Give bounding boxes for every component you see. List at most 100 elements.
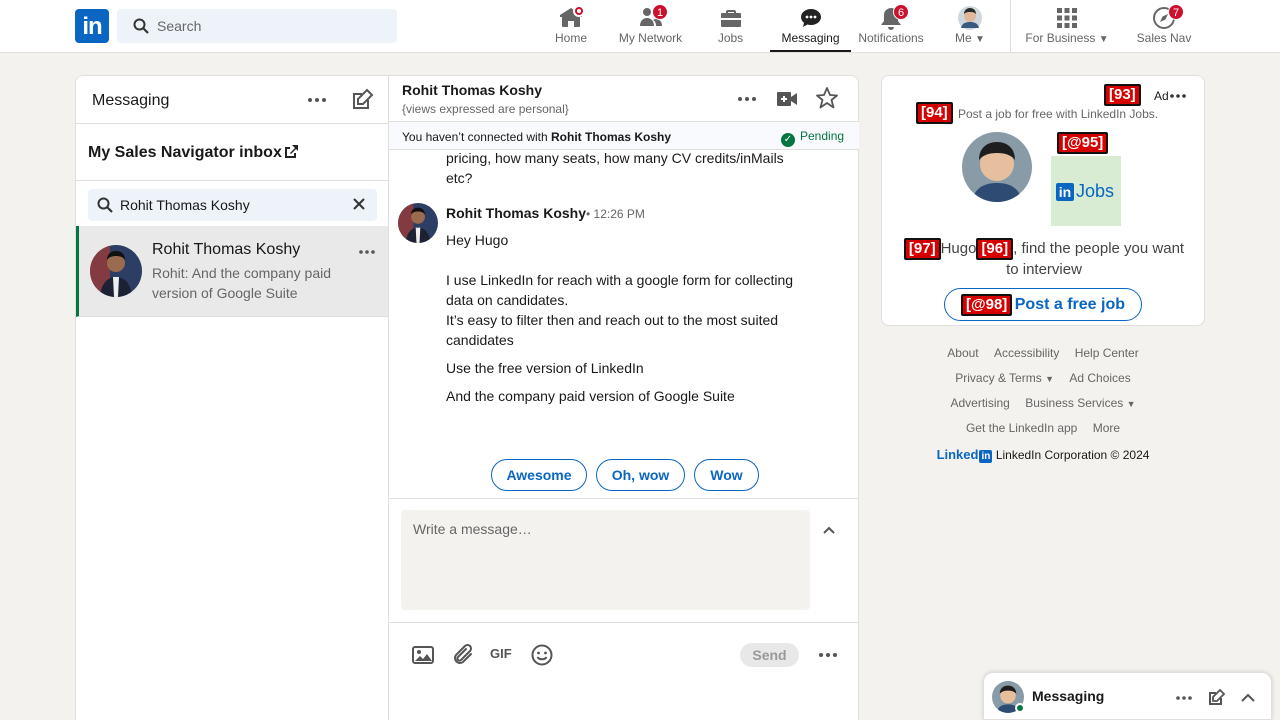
message-composer: GIF Send bbox=[389, 498, 859, 720]
footer-link[interactable]: Advertising bbox=[950, 396, 1009, 410]
grid-icon bbox=[1057, 8, 1077, 28]
quick-reply-button[interactable]: Awesome bbox=[491, 459, 587, 491]
nav-notifications[interactable]: 6 Notifications bbox=[852, 0, 930, 52]
thread-contact-name[interactable]: Rohit Thomas Koshy bbox=[402, 82, 542, 98]
footer: About Accessibility Help Center Privacy … bbox=[881, 345, 1205, 463]
message-body: Hey Hugo bbox=[446, 232, 509, 248]
external-link-icon bbox=[285, 145, 298, 158]
gif-button[interactable]: GIF bbox=[490, 646, 512, 661]
footer-link[interactable]: Get the LinkedIn app bbox=[966, 421, 1077, 435]
avatar bbox=[90, 245, 142, 297]
nav-me-text: Me bbox=[955, 31, 972, 45]
profile-photo bbox=[962, 132, 1032, 202]
nav-my-network-label: My Network bbox=[618, 31, 683, 45]
quick-reply-button[interactable]: Wow bbox=[694, 459, 759, 491]
more-options-icon[interactable] bbox=[1166, 84, 1190, 108]
footer-link[interactable]: Accessibility bbox=[994, 346, 1059, 360]
nav-my-network[interactable]: 1 My Network bbox=[613, 0, 688, 52]
more-options-icon[interactable] bbox=[816, 643, 840, 667]
caret-down-icon: ▼ bbox=[975, 34, 985, 45]
more-options-icon[interactable] bbox=[1172, 686, 1196, 710]
ad-headline-text: , find the people you want to interview bbox=[1006, 240, 1185, 278]
connection-notice: You haven’t connected with Rohit Thomas … bbox=[402, 130, 671, 144]
message-sender[interactable]: Rohit Thomas Koshy bbox=[446, 203, 586, 223]
emoji-icon[interactable] bbox=[530, 643, 554, 667]
compose-icon[interactable] bbox=[1204, 686, 1228, 710]
nav-for-business[interactable]: For Business ▼ bbox=[1022, 0, 1112, 52]
messaging-overlay-bar[interactable]: Messaging bbox=[983, 672, 1272, 720]
footer-link[interactable]: Privacy & Terms ▼ bbox=[955, 371, 1054, 385]
post-free-job-button[interactable]: [@98] Post a free job bbox=[944, 288, 1142, 321]
conversation-name: Rohit Thomas Koshy bbox=[152, 241, 301, 258]
footer-link[interactable]: Business Services ▼ bbox=[1025, 396, 1135, 410]
search-input[interactable] bbox=[157, 9, 387, 43]
thread-contact-headline: {views expressed are personal} bbox=[402, 102, 569, 116]
ad-card: [93] Ad [94] Post a job for free with Li… bbox=[881, 75, 1205, 326]
composer-toolbar: GIF Send bbox=[389, 622, 859, 682]
nav-divider bbox=[1010, 0, 1011, 52]
conversation-item[interactable]: Rohit Thomas Koshy Rohit: And the compan… bbox=[76, 226, 388, 317]
overlay-tag: [97] bbox=[903, 238, 941, 260]
sales-navigator-inbox-link[interactable]: My Sales Navigator inbox bbox=[76, 124, 389, 181]
compose-icon[interactable] bbox=[350, 88, 374, 112]
more-options-icon[interactable] bbox=[355, 240, 379, 264]
image-icon[interactable] bbox=[411, 643, 435, 667]
linkedin-in-icon: in bbox=[979, 450, 993, 463]
avatar[interactable] bbox=[398, 203, 438, 243]
conversation-search-input[interactable]: Rohit Thomas Koshy bbox=[120, 197, 250, 213]
message-body: It’s easy to filter then and reach out t… bbox=[446, 312, 779, 348]
nav-home[interactable]: Home bbox=[549, 0, 593, 52]
messaging-overlay-title: Messaging bbox=[1032, 688, 1105, 704]
caret-down-icon: ▼ bbox=[1126, 399, 1136, 409]
connection-notice-name: Rohit Thomas Koshy bbox=[551, 130, 672, 144]
linkedin-in-icon: in bbox=[1056, 183, 1074, 201]
check-icon: ✓ bbox=[781, 133, 795, 147]
star-icon[interactable] bbox=[815, 86, 839, 110]
ad-headline: [97] Hugo [96], find the people you want t… bbox=[902, 238, 1186, 280]
footer-link[interactable]: More bbox=[1093, 421, 1120, 435]
nav-jobs[interactable]: Jobs bbox=[710, 0, 751, 52]
ad-description: Post a job for free with LinkedIn Jobs. bbox=[958, 107, 1159, 121]
copyright-text: LinkedIn Corporation © 2024 bbox=[995, 448, 1150, 462]
global-search[interactable] bbox=[117, 9, 397, 43]
inbox-label: My Sales Navigator inbox bbox=[88, 144, 282, 161]
connection-status-bar: You haven’t connected with Rohit Thomas … bbox=[389, 121, 859, 150]
footer-link[interactable]: Help Center bbox=[1075, 346, 1139, 360]
search-icon bbox=[133, 18, 149, 34]
linkedin-wordmark-text: Linked bbox=[936, 447, 979, 462]
chevron-up-icon[interactable] bbox=[821, 523, 837, 539]
more-options-icon[interactable] bbox=[305, 88, 329, 112]
send-button[interactable]: Send bbox=[740, 643, 799, 667]
close-icon[interactable] bbox=[351, 196, 367, 212]
more-options-icon[interactable] bbox=[735, 87, 759, 111]
nav-messaging-label: Messaging bbox=[781, 31, 840, 45]
linkedin-wordmark-logo: Linked in bbox=[936, 447, 993, 463]
conversation-search[interactable]: Rohit Thomas Koshy bbox=[88, 189, 377, 221]
pending-status: ✓ Pending bbox=[781, 129, 844, 147]
video-call-icon[interactable] bbox=[775, 87, 799, 111]
jobs-logo-text: in Jobs bbox=[1056, 181, 1116, 202]
copyright: Linked in LinkedIn Corporation © 2024 bbox=[881, 447, 1205, 463]
footer-link[interactable]: About bbox=[947, 346, 978, 360]
nav-messaging[interactable]: Messaging bbox=[770, 0, 851, 52]
thread-header: Rohit Thomas Koshy {views expressed are … bbox=[389, 76, 859, 121]
search-icon bbox=[97, 197, 113, 213]
overlay-tag: [96] bbox=[976, 238, 1014, 260]
nav-notifications-label: Notifications bbox=[858, 31, 924, 45]
message-list: pricing, how many seats, how many CV cre… bbox=[389, 150, 859, 500]
nav-me[interactable]: Me ▼ bbox=[950, 0, 990, 52]
message-body: And the company paid version of Google S… bbox=[446, 388, 735, 404]
attachment-icon[interactable] bbox=[451, 643, 475, 667]
chevron-up-icon[interactable] bbox=[1236, 686, 1260, 710]
quick-reply-button[interactable]: Oh, wow bbox=[596, 459, 685, 491]
nav-sales-nav[interactable]: 7 Sales Nav bbox=[1132, 0, 1196, 52]
nav-sales-nav-label: Sales Nav bbox=[1136, 31, 1192, 45]
footer-link-text: Privacy & Terms bbox=[955, 371, 1042, 385]
message-body: I use LinkedIn for reach with a google f… bbox=[446, 272, 794, 308]
linkedin-logo[interactable]: in bbox=[75, 9, 109, 43]
footer-link[interactable]: Ad Choices bbox=[1069, 371, 1130, 385]
conversation-thread: Rohit Thomas Koshy {views expressed are … bbox=[389, 76, 859, 720]
connection-notice-text: You haven’t connected with bbox=[402, 130, 551, 144]
message-input[interactable] bbox=[401, 510, 810, 610]
conversation-list-pane: Messaging My Sales Navigator inbox Rohit… bbox=[76, 76, 389, 720]
